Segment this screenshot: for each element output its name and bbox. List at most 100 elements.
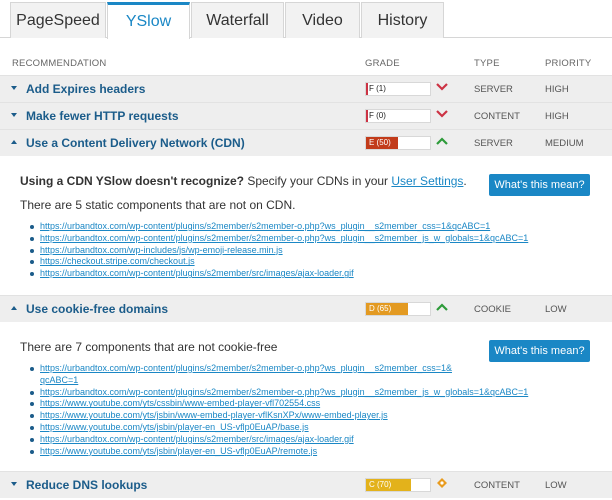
chevron-up-icon (436, 137, 448, 145)
chevron-up-icon (436, 303, 448, 311)
recommendation-priority: HIGH (545, 111, 569, 122)
url-link[interactable]: https://www.youtube.com/yts/jsbin/www-em… (40, 410, 388, 420)
url-link[interactable]: https://checkout.stripe.com/checkout.js (40, 256, 195, 266)
grade-label: D (65) (369, 304, 392, 313)
collapse-arrow-icon[interactable] (11, 140, 17, 144)
user-settings-link[interactable]: User Settings (391, 174, 463, 188)
list-item[interactable]: https://urbandtox.com/wp-includes/js/wp-… (30, 245, 550, 257)
list-item[interactable]: https://www.youtube.com/yts/jsbin/www-em… (30, 410, 550, 422)
recommendation-row-cdn[interactable]: Use a Content Delivery Network (CDN) E (… (0, 129, 612, 156)
grade-bar: F (0) (365, 109, 431, 123)
recommendation-priority: HIGH (545, 84, 569, 95)
cdn-url-list: https://urbandtox.com/wp-content/plugins… (30, 221, 550, 280)
recommendation-row-cookie-free[interactable]: Use cookie-free domains D (65) COOKIE LO… (0, 295, 612, 322)
recommendation-type: CONTENT (474, 480, 520, 491)
cdn-heading-text: Specify your CDNs in your (244, 174, 392, 188)
recommendation-type: SERVER (474, 84, 513, 95)
url-link[interactable]: https://www.youtube.com/yts/jsbin/player… (40, 446, 317, 456)
list-item[interactable]: https://www.youtube.com/yts/jsbin/player… (30, 446, 550, 458)
bullet-icon (30, 414, 34, 419)
list-item[interactable]: https://urbandtox.com/wp-content/plugins… (30, 233, 550, 245)
grade-bar: F (1) (365, 82, 431, 96)
bullet-icon (30, 390, 34, 395)
tab-video[interactable]: Video (285, 2, 360, 38)
url-link[interactable]: qcABC=1 (40, 375, 78, 385)
recommendation-title[interactable]: Add Expires headers (26, 82, 145, 96)
url-link[interactable]: https://urbandtox.com/wp-includes/js/wp-… (40, 245, 283, 255)
url-link[interactable]: https://urbandtox.com/wp-content/plugins… (40, 221, 490, 231)
list-item[interactable]: https://urbandtox.com/wp-content/plugins… (30, 387, 550, 399)
recommendation-title[interactable]: Use a Content Delivery Network (CDN) (26, 136, 245, 150)
column-header-recommendation: RECOMMENDATION (12, 58, 107, 69)
grade-bar: D (65) (365, 302, 431, 316)
recommendation-type: SERVER (474, 138, 513, 149)
grade-bar: E (50) (365, 136, 431, 150)
url-link[interactable]: https://urbandtox.com/wp-content/plugins… (40, 363, 452, 373)
recommendation-priority: LOW (545, 480, 567, 491)
tab-yslow[interactable]: YSlow (107, 2, 190, 39)
recommendation-row-fewer-http-requests[interactable]: Make fewer HTTP requests F (0) CONTENT H… (0, 102, 612, 129)
list-item[interactable]: https://www.youtube.com/yts/cssbin/www-e… (30, 398, 550, 410)
bullet-icon (30, 225, 34, 229)
recommendation-type: CONTENT (474, 111, 520, 122)
url-link[interactable]: https://www.youtube.com/yts/cssbin/www-e… (40, 398, 320, 408)
list-item[interactable]: https://urbandtox.com/wp-content/plugins… (30, 221, 550, 233)
list-item[interactable]: https://urbandtox.com/wp-content/plugins… (30, 363, 550, 375)
bullet-icon (30, 425, 34, 430)
grade-label: F (0) (369, 111, 386, 120)
cookie-summary: There are 7 components that are not cook… (20, 340, 278, 354)
whats-this-mean-button[interactable]: What's this mean? (489, 340, 590, 362)
url-link[interactable]: https://urbandtox.com/wp-content/plugins… (40, 387, 528, 397)
recommendation-type: COOKIE (474, 304, 511, 315)
grade-fill (366, 110, 368, 122)
column-header-priority: PRIORITY (545, 58, 592, 69)
cdn-summary: There are 5 static components that are n… (20, 198, 296, 212)
column-header-grade: GRADE (365, 58, 400, 69)
list-item[interactable]: https://www.youtube.com/yts/jsbin/player… (30, 422, 550, 434)
chevron-down-icon (436, 83, 448, 91)
tab-pagespeed[interactable]: PageSpeed (10, 2, 106, 38)
bullet-icon (30, 367, 34, 371)
url-link[interactable]: https://urbandtox.com/wp-content/plugins… (40, 233, 528, 243)
recommendation-priority: LOW (545, 304, 567, 315)
cdn-heading-period: . (463, 174, 467, 188)
bullet-icon (30, 248, 34, 253)
tab-history[interactable]: History (361, 2, 444, 38)
tab-waterfall[interactable]: Waterfall (191, 2, 284, 38)
list-item[interactable]: https://urbandtox.com/wp-content/plugins… (30, 268, 550, 280)
recommendation-title[interactable]: Use cookie-free domains (26, 302, 168, 316)
bullet-icon (30, 272, 34, 277)
url-link[interactable]: https://urbandtox.com/wp-content/plugins… (40, 268, 354, 278)
expand-arrow-icon[interactable] (11, 482, 17, 486)
bullet-icon (30, 437, 34, 442)
recommendation-row-expires-headers[interactable]: Add Expires headers F (1) SERVER HIGH (0, 75, 612, 102)
recommendation-row-dns-lookups[interactable]: Reduce DNS lookups C (70) CONTENT LOW (0, 471, 612, 498)
diamond-icon (437, 478, 447, 488)
expand-arrow-icon[interactable] (11, 86, 17, 90)
bullet-icon (30, 260, 34, 265)
recommendation-title[interactable]: Make fewer HTTP requests (26, 109, 179, 123)
url-link[interactable]: https://urbandtox.com/wp-content/plugins… (40, 434, 354, 444)
tab-bar: PageSpeed YSlow Waterfall Video History (0, 0, 612, 39)
grade-bar: C (70) (365, 478, 431, 492)
whats-this-mean-button[interactable]: What's this mean? (489, 174, 590, 196)
recommendation-title[interactable]: Reduce DNS lookups (26, 478, 147, 492)
cookie-url-list: https://urbandtox.com/wp-content/plugins… (30, 363, 550, 457)
list-item[interactable]: https://urbandtox.com/wp-content/plugins… (30, 434, 550, 446)
url-link[interactable]: https://www.youtube.com/yts/jsbin/player… (40, 422, 309, 432)
grade-label: E (50) (369, 138, 391, 147)
column-header-type: TYPE (474, 58, 500, 69)
grade-label: C (70) (369, 480, 392, 489)
cdn-panel-heading: Using a CDN YSlow doesn't recognize? Spe… (20, 174, 467, 188)
bullet-icon (30, 402, 34, 407)
collapse-arrow-icon[interactable] (11, 306, 17, 310)
list-item-continued[interactable]: qcABC=1 (30, 375, 550, 387)
cdn-heading-bold: Using a CDN YSlow doesn't recognize? (20, 174, 244, 188)
list-item[interactable]: https://checkout.stripe.com/checkout.js (30, 256, 550, 268)
grade-label: F (1) (369, 84, 386, 93)
expand-arrow-icon[interactable] (11, 113, 17, 117)
bullet-icon (30, 449, 34, 454)
chevron-down-icon (436, 110, 448, 118)
recommendation-priority: MEDIUM (545, 138, 584, 149)
grade-fill (366, 83, 368, 95)
